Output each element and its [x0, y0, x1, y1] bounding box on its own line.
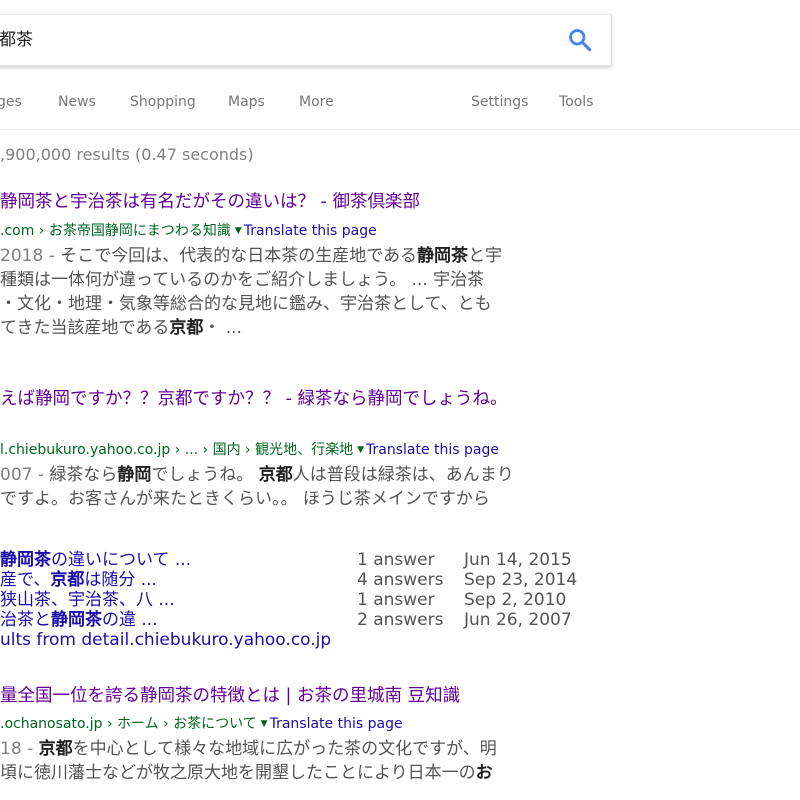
snippet-line: 007 - 緑茶なら静岡でしょうね。 京都人は普段は緑茶は、あんまり	[0, 465, 514, 485]
qa-answer-count: 1 answer	[357, 590, 435, 610]
result-url: l.chiebukuro.yahoo.co.jp › ... › 国内 › 観光…	[0, 439, 499, 459]
result-url-text: l.chiebukuro.yahoo.co.jp › ... › 国内 › 観光…	[0, 442, 354, 458]
result-url-text: .com › お茶帝国静岡にまつわる知識	[0, 223, 231, 239]
result-url: .ochanosato.jp › ホーム › お茶について ▼ Translate …	[0, 713, 403, 733]
translate-link[interactable]: Translate this page	[366, 442, 499, 458]
result-url: .com › お茶帝国静岡にまつわる知識 ▼ Translate this page	[0, 220, 377, 240]
result-title[interactable]: 量全国一位を誇る静岡茶の特徴とは | お茶の里城南 豆知識	[0, 682, 460, 707]
dropdown-arrow-icon[interactable]: ▼	[235, 226, 242, 236]
snippet-line: 種類は一体何が違っているのかをご紹介しましょう。 ... 宇治茶	[0, 270, 485, 290]
tab-news[interactable]: News	[58, 94, 96, 110]
search-box[interactable]: 都茶	[0, 14, 612, 66]
dropdown-arrow-icon[interactable]: ▼	[357, 445, 364, 455]
tabs-divider	[0, 129, 800, 130]
tab-more[interactable]: More	[299, 94, 334, 110]
translate-link[interactable]: Translate this page	[270, 716, 403, 732]
tab-settings[interactable]: Settings	[471, 94, 528, 110]
snippet-line: 18 - 京都を中心として様々な地域に広がった茶の文化ですが、明	[0, 739, 497, 759]
tab-tools[interactable]: Tools	[559, 94, 594, 110]
snippet-line: 2018 - そこで今回は、代表的な日本茶の生産地である静岡茶と宇	[0, 246, 503, 266]
qa-list: 静岡茶の違いについて ... 1 answer Jun 14, 2015 産で、…	[0, 550, 620, 650]
qa-row: 産で、京都は随分 ... 4 answers Sep 23, 2014	[0, 570, 620, 590]
search-icon[interactable]	[567, 27, 593, 53]
tab-images[interactable]: ges	[0, 94, 22, 110]
qa-row: 狭山茶、宇治茶、八 ... 1 answer Sep 2, 2010	[0, 590, 620, 610]
result-snippet: 007 - 緑茶なら静岡でしょうね。 京都人は普段は緑茶は、あんまり ですよ。お…	[0, 463, 600, 511]
result-title[interactable]: 静岡茶と宇治茶は有名だがその違いは？ - 御茶倶楽部	[0, 188, 420, 213]
qa-link[interactable]: 狭山茶、宇治茶、八 ...	[0, 590, 175, 610]
qa-answer-count: 4 answers	[357, 570, 444, 590]
qa-date: Sep 2, 2010	[464, 590, 567, 610]
search-tabs: ges News Shopping Maps More Settings Too…	[0, 94, 800, 116]
qa-row: 治茶と静岡茶の違 ... 2 answers Jun 26, 2007	[0, 610, 620, 630]
snippet-line: ですよ。お客さんが来たときくらい。。 ほうじ茶メインですから	[0, 489, 490, 509]
dropdown-arrow-icon[interactable]: ▼	[261, 719, 268, 729]
qa-link[interactable]: 治茶と静岡茶の違 ...	[0, 610, 158, 630]
snippet-line: 頃に徳川藩士などが牧之原大地を開墾したことにより日本一のお	[0, 763, 493, 783]
result-snippet: 2018 - そこで今回は、代表的な日本茶の生産地である静岡茶と宇 種類は一体何…	[0, 244, 600, 340]
result-stats: ,900,000 results (0.47 seconds)	[0, 145, 254, 164]
more-results-link[interactable]: ults from detail.chiebukuro.yahoo.co.jp	[0, 630, 331, 650]
result-title[interactable]: えば静岡ですか？？京都ですか？？ - 緑茶なら静岡でしょうね。	[0, 385, 507, 410]
snippet-line: てきた当該産地である京都・ ...	[0, 318, 242, 338]
qa-date: Jun 14, 2015	[464, 550, 572, 570]
search-input[interactable]: 都茶	[0, 15, 519, 65]
qa-link[interactable]: 産で、京都は随分 ...	[0, 570, 157, 590]
qa-row: 静岡茶の違いについて ... 1 answer Jun 14, 2015	[0, 550, 620, 570]
qa-date: Sep 23, 2014	[464, 570, 578, 590]
result-snippet: 18 - 京都を中心として様々な地域に広がった茶の文化ですが、明 頃に徳川藩士な…	[0, 737, 600, 785]
snippet-line: ・文化・地理・気象等総合的な見地に鑑み、宇治茶として、とも	[0, 294, 492, 314]
tab-maps[interactable]: Maps	[228, 94, 265, 110]
translate-link[interactable]: Translate this page	[244, 223, 377, 239]
result-url-text: .ochanosato.jp › ホーム › お茶について	[0, 716, 257, 732]
qa-link[interactable]: 静岡茶の違いについて ...	[0, 550, 191, 570]
qa-date: Jun 26, 2007	[464, 610, 572, 630]
qa-answer-count: 1 answer	[357, 550, 435, 570]
qa-answer-count: 2 answers	[357, 610, 444, 630]
tab-shopping[interactable]: Shopping	[130, 94, 196, 110]
